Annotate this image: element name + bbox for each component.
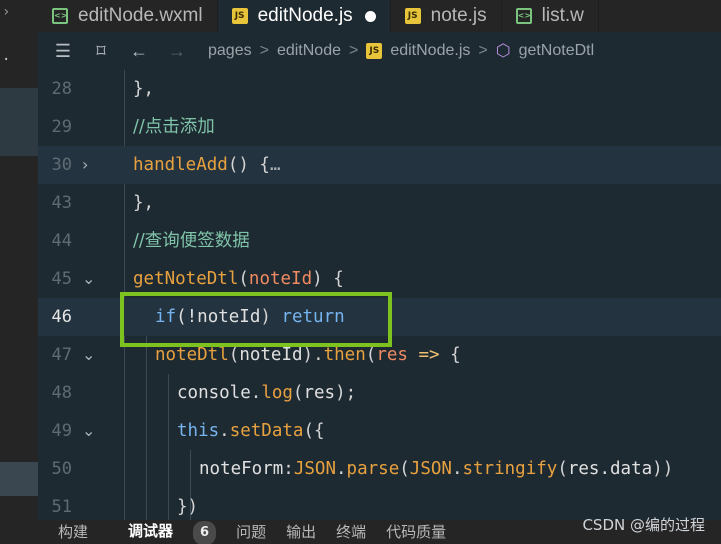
tab-code-quality[interactable]: 代码质量 [386,520,446,544]
chevron-right-icon[interactable]: › [2,4,10,20]
fold-collapsed-icon[interactable]: › [82,146,88,184]
tab-list-wxml[interactable]: <> list.w [502,0,599,32]
fold-expanded-icon[interactable]: ⌄ [82,412,95,450]
code-text: noteForm:JSON.parse(JSON.stringify(res.d… [199,459,674,479]
line-number: 45 [51,269,72,289]
code-line: 48 console.log(res); [38,374,721,412]
bookmark-icon[interactable]: ⌑ [88,41,114,62]
fold-expanded-icon[interactable]: ⌄ [82,336,95,374]
line-number: 49 [51,421,72,441]
unsaved-dot-icon[interactable] [364,10,376,22]
wxml-file-icon: <> [515,8,532,24]
tab-problems[interactable]: 问题 [236,520,266,544]
dot-icon: . [2,48,11,64]
breadcrumb-symbol[interactable]: getNoteDtl [519,42,595,60]
line-number: 47 [51,345,72,365]
line-number: 44 [51,231,72,251]
csdn-watermark: CSDN @编的过程 [582,516,705,534]
breadcrumb-file[interactable]: editNode.js [390,42,470,60]
line-number: 28 [51,79,72,99]
breadcrumb-folder[interactable]: pages [208,42,252,60]
line-number: 43 [51,193,72,213]
code-line: 44 //查询便签数据 [38,222,721,260]
tab-output[interactable]: 输出 [286,520,316,544]
js-file-icon: JS [404,8,421,24]
breadcrumb: pages > editNode > JS editNode.js > ⬡ ge… [208,41,594,61]
line-number: 30 [51,155,72,175]
tab-label: editNode.wxml [78,5,203,26]
breadcrumb-subfolder[interactable]: editNode [277,42,341,60]
tab-debugger[interactable]: 调试器 6 [108,520,217,544]
tab-editnode-js[interactable]: JS editNode.js [217,0,391,32]
sidebar-selected-item-2[interactable] [0,462,38,496]
code-text: console.log(res); [177,383,357,403]
breadcrumb-separator: > [348,42,359,59]
line-number: 48 [51,383,72,403]
comment-text: //查询便签数据 [133,231,250,251]
method-cube-icon: ⬡ [495,41,511,60]
breadcrumb-separator: > [478,42,488,59]
tab-label: editNode.js [257,5,353,26]
code-text: }, [133,193,155,213]
code-line: 29 //点击添加 [38,108,721,146]
debugger-badge: 6 [193,521,217,544]
fold-expanded-icon[interactable]: ⌄ [82,260,95,298]
editor-tab-bar: <> editNode.wxml JS editNode.js JS note.… [38,0,721,32]
js-file-icon: JS [366,43,383,59]
highlight-annotation-box [120,292,392,347]
tab-note-js[interactable]: JS note.js [391,0,502,32]
comment-text: //点击添加 [133,117,215,137]
back-arrow-icon[interactable]: ← [126,41,152,62]
tab-editnode-wxml[interactable]: <> editNode.wxml [38,0,218,32]
tab-label: note.js [430,5,487,26]
forward-arrow-icon[interactable]: → [164,41,190,62]
code-line: 43 }, [38,184,721,222]
line-number: 29 [51,117,72,137]
code-text: handleAdd() {… [133,155,281,175]
js-file-icon: JS [231,8,248,24]
line-number: 46 [51,307,72,327]
code-text: }, [133,79,155,99]
code-line-folded: 30 › handleAdd() {… [38,146,721,184]
code-text: this.setData({ [177,421,325,441]
tab-terminal[interactable]: 终端 [336,520,366,544]
tab-label: list.w [541,5,584,26]
breadcrumb-separator: > [259,42,269,59]
line-number: 50 [51,459,72,479]
sidebar-selected-item[interactable] [0,88,38,156]
editor-toolbar: ☰ ⌑ ← → pages > editNode > JS editNode.j… [38,32,721,70]
code-line: 28 }, [38,70,721,108]
list-icon[interactable]: ☰ [50,41,76,62]
code-line: 50 noteForm:JSON.parse(JSON.stringify(re… [38,450,721,488]
code-line: 49 ⌄ this.setData({ [38,412,721,450]
activity-sidebar: › . [0,0,38,544]
tab-build[interactable]: 构建 [58,520,88,544]
wxml-file-icon: <> [52,8,68,24]
